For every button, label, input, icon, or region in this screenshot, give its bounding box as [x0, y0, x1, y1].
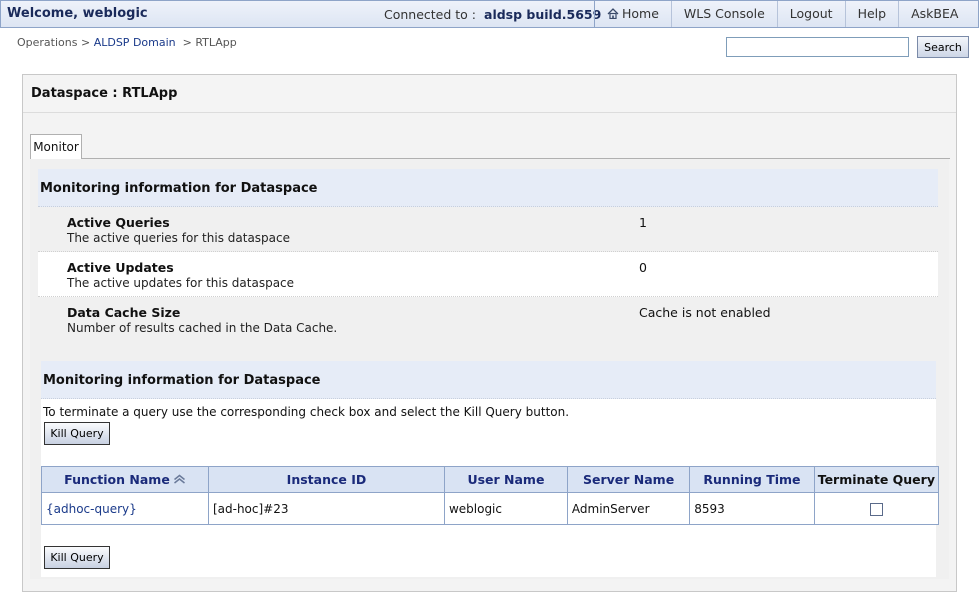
nav-logout[interactable]: Logout: [778, 1, 846, 27]
property-description: The active queries for this dataspace: [67, 231, 291, 245]
page-title: Dataspace : RTLApp: [31, 86, 178, 101]
kill-query-button-bottom[interactable]: Kill Query: [44, 546, 110, 569]
property-name: Active Queries: [67, 215, 170, 230]
section-title: Monitoring information for Dataspace: [40, 181, 318, 196]
column-label: Function Name: [64, 472, 170, 487]
connection-status: Connected to : aldsp build.5659: [384, 7, 601, 22]
property-row-active-updates: Active Updates The active updates for th…: [38, 252, 938, 297]
panel-title-bar: Dataspace : RTLApp: [23, 75, 956, 113]
column-user-name[interactable]: User Name: [443, 466, 568, 493]
property-value: 0: [639, 260, 647, 275]
column-function-name[interactable]: Function Name: [41, 466, 209, 493]
cell-running-time: 8593: [689, 492, 815, 525]
column-running-time[interactable]: Running Time: [689, 466, 815, 493]
terminate-query-checkbox[interactable]: [869, 502, 883, 516]
cell-server-name: AdminServer: [566, 492, 691, 525]
breadcrumb: Operations > ALDSP Domain > RTLApp: [17, 36, 237, 49]
property-row-data-cache-size: Data Cache Size Number of results cached…: [38, 297, 938, 342]
connected-label: Connected to :: [384, 7, 477, 22]
search-button[interactable]: Search: [917, 36, 969, 58]
property-name: Active Updates: [67, 260, 174, 275]
cell-terminate: [813, 492, 940, 525]
top-nav: Home WLS Console Logout Help AskBEA: [594, 1, 970, 27]
queries-area: To terminate a query use the correspondi…: [41, 399, 940, 577]
welcome-text: Welcome, weblogic: [7, 6, 148, 21]
dataspace-panel: Dataspace : RTLApp Monitor Monitoring in…: [22, 74, 957, 592]
breadcrumb-operations: Operations: [17, 36, 78, 49]
cell-function-name: {adhoc-query}: [41, 492, 209, 525]
cell-instance-id: [ad-hoc]#23: [207, 492, 445, 525]
property-name: Data Cache Size: [67, 305, 181, 320]
column-terminate-query: Terminate Query: [813, 466, 940, 493]
breadcrumb-separator: >: [80, 36, 91, 49]
function-name-link[interactable]: {adhoc-query}: [46, 502, 137, 516]
breadcrumb-separator: >: [182, 36, 192, 49]
property-row-active-queries: Active Queries The active queries for th…: [38, 207, 938, 252]
section-title: Monitoring information for Dataspace: [43, 373, 321, 388]
queries-table: Function Name Instance ID User Name Serv…: [41, 466, 940, 525]
table-row: {adhoc-query} [ad-hoc]#23 weblogic Admin…: [41, 492, 940, 525]
breadcrumb-aldsp-domain[interactable]: ALDSP Domain: [94, 36, 176, 49]
property-description: Number of results cached in the Data Cac…: [67, 321, 338, 335]
nav-askbea[interactable]: AskBEA: [899, 1, 970, 27]
nav-home-label: Home: [622, 6, 659, 21]
home-icon: [607, 8, 619, 19]
sort-ascending-icon[interactable]: [173, 474, 186, 484]
property-value: Cache is not enabled: [639, 305, 771, 320]
breadcrumb-rtlapp: RTLApp: [195, 36, 237, 49]
kill-query-button-top[interactable]: Kill Query: [44, 422, 110, 445]
cell-user-name: weblogic: [443, 492, 568, 525]
connected-value: aldsp build.5659: [484, 7, 602, 22]
top-header-bar: Welcome, weblogic Connected to : aldsp b…: [0, 0, 979, 28]
column-instance-id[interactable]: Instance ID: [207, 466, 445, 493]
section-header-queries: Monitoring information for Dataspace: [41, 361, 936, 399]
table-header-row: Function Name Instance ID User Name Serv…: [41, 466, 940, 493]
instructions-text: To terminate a query use the correspondi…: [43, 405, 570, 419]
property-description: The active updates for this dataspace: [67, 276, 295, 290]
property-value: 1: [639, 215, 647, 230]
tab-monitor[interactable]: Monitor: [30, 134, 82, 159]
monitor-content: Monitoring information for Dataspace Act…: [30, 159, 949, 579]
nav-help[interactable]: Help: [846, 1, 900, 27]
column-server-name[interactable]: Server Name: [566, 466, 691, 493]
section-header-monitoring: Monitoring information for Dataspace: [38, 169, 938, 207]
nav-home[interactable]: Home: [595, 1, 672, 27]
nav-wls-console[interactable]: WLS Console: [672, 1, 778, 27]
search-input[interactable]: [726, 37, 909, 57]
